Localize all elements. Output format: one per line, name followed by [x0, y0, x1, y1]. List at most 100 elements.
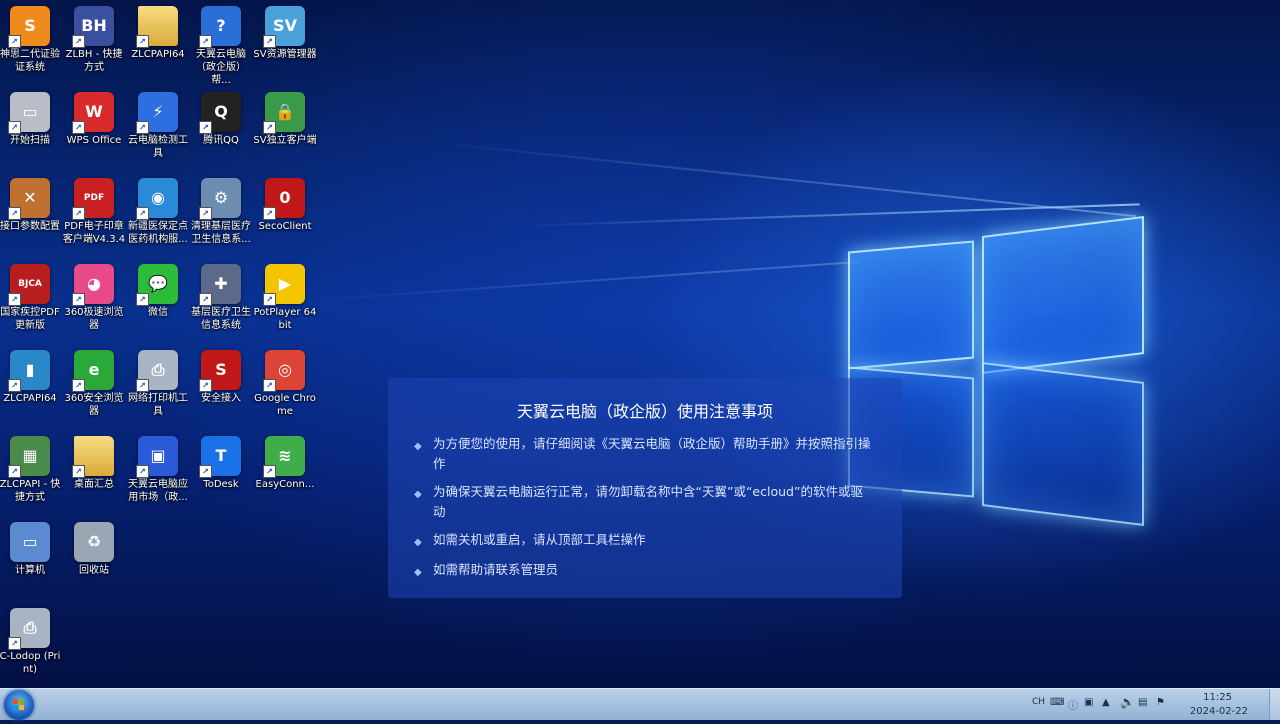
- shortcut-arrow-icon: ↗: [8, 207, 21, 220]
- desktop-icon[interactable]: ⎙ ↗ C-Lodop (Print): [0, 604, 62, 676]
- shortcut-arrow-icon: ↗: [72, 121, 85, 134]
- desktop-icon[interactable]: PDF ↗ PDF电子印章客户端V4.3.4: [62, 174, 126, 246]
- show-desktop-button[interactable]: [1269, 689, 1280, 720]
- start-button[interactable]: [4, 690, 34, 720]
- input-method-indicator[interactable]: CH: [1032, 697, 1045, 707]
- shensi-app-icon: S ↗: [8, 6, 50, 48]
- diamond-bullet-icon: ◆: [414, 441, 422, 452]
- zlbh-logo-icon: BH ↗: [72, 6, 114, 48]
- desktop-icon[interactable]: Q ↗ 腾讯QQ: [189, 88, 253, 147]
- desktop-icon-label: ZLCPAPI - 快捷方式: [0, 479, 61, 503]
- shortcut-arrow-icon: ↗: [136, 35, 149, 48]
- desktop-icon[interactable]: ▭ 计算机: [0, 518, 62, 577]
- desktop-icon[interactable]: ◉ ↗ 新疆医保定点医药机构服...: [126, 174, 190, 246]
- desktop-icon[interactable]: ▣ ↗ 天翼云电脑应用市场（政...: [126, 432, 190, 504]
- cleanup-icon: ⚙ ↗: [199, 178, 241, 220]
- desktop-icon-label: 微信: [148, 307, 168, 318]
- desktop-icon-label: 安全接入: [201, 393, 241, 404]
- desktop-icon[interactable]: ▶ ↗ PotPlayer 64 bit: [253, 260, 317, 332]
- folder-icon: ↗: [72, 436, 114, 478]
- desktop-icon-label: SV独立客户端: [253, 135, 317, 146]
- desktop-icon[interactable]: ↗ 桌面汇总: [62, 432, 126, 491]
- desktop-icon[interactable]: ⎙ ↗ 网络打印机工具: [126, 346, 190, 418]
- tray-app-icon[interactable]: ▣: [1084, 697, 1093, 708]
- desktop-icon[interactable]: S ↗ 安全接入: [189, 346, 253, 405]
- shortcut-arrow-icon: ↗: [199, 121, 212, 134]
- desktop-icon-label: 开始扫描: [10, 135, 50, 146]
- show-hidden-icons-icon[interactable]: ▲: [1102, 697, 1110, 708]
- desktop-icon[interactable]: ✕ ↗ 接口参数配置: [0, 174, 62, 233]
- desktop-icon-label: 云电脑检测工具: [128, 135, 188, 159]
- desktop-icon-label: 计算机: [15, 565, 45, 576]
- window-app-icon: ▦ ↗: [8, 436, 50, 478]
- desktop-icon[interactable]: ◎ ↗ Google Chrome: [253, 346, 317, 418]
- secoclient-icon: 0 ↗: [263, 178, 305, 220]
- desktop-icon[interactable]: ◕ ↗ 360极速浏览器: [62, 260, 126, 332]
- bjca-icon: BJCA ↗: [8, 264, 50, 306]
- shortcut-arrow-icon: ↗: [199, 207, 212, 220]
- desktop-icon[interactable]: ⚡ ↗ 云电脑检测工具: [126, 88, 190, 160]
- desktop-icon-label: 360安全浏览器: [64, 393, 124, 417]
- shortcut-arrow-icon: ↗: [263, 121, 276, 134]
- desktop-icon-label: 神思二代证验证系统: [0, 49, 60, 73]
- recycle-bin-icon: ♻: [74, 522, 114, 562]
- shortcut-arrow-icon: ↗: [72, 35, 85, 48]
- shortcut-arrow-icon: ↗: [136, 379, 149, 392]
- shortcut-arrow-icon: ↗: [136, 465, 149, 478]
- desktop-icon[interactable]: ≋ ↗ EasyConn...: [253, 432, 317, 491]
- sv-manager-icon: SV ↗: [263, 6, 305, 48]
- shortcut-arrow-icon: ↗: [263, 465, 276, 478]
- archive-icon: ▮ ↗: [8, 350, 50, 392]
- desktop-icon[interactable]: T ↗ ToDesk: [189, 432, 253, 491]
- desktop-icon[interactable]: e ↗ 360安全浏览器: [62, 346, 126, 418]
- diamond-bullet-icon: ◆: [414, 537, 422, 548]
- shortcut-arrow-icon: ↗: [8, 121, 21, 134]
- volume-icon[interactable]: 🔈: [1120, 695, 1135, 709]
- desktop-icon[interactable]: ⚙ ↗ 清理基层医疗卫生信息系...: [189, 174, 253, 246]
- desktop-icon[interactable]: S ↗ 神思二代证验证系统: [0, 2, 62, 74]
- help-doc-icon: ? ↗: [199, 6, 241, 48]
- pdf-icon: PDF ↗: [72, 178, 114, 220]
- secure-access-icon: S ↗: [199, 350, 241, 392]
- desktop-icon[interactable]: SV ↗ SV资源管理器: [253, 2, 317, 61]
- shortcut-arrow-icon: ↗: [8, 379, 21, 392]
- desktop-icon[interactable]: ? ↗ 天翼云电脑（政企版）帮...: [189, 2, 253, 87]
- shortcut-arrow-icon: ↗: [263, 293, 276, 306]
- desktop-icon[interactable]: W ↗ WPS Office: [62, 88, 126, 147]
- desktop-icon[interactable]: 0 ↗ SecoClient: [253, 174, 317, 233]
- desktop-icon-label: SV资源管理器: [253, 49, 317, 60]
- clock-date[interactable]: 2024-02-22: [1190, 706, 1248, 717]
- desktop-icon[interactable]: 💬 ↗ 微信: [126, 260, 190, 319]
- network-icon[interactable]: ▤: [1138, 697, 1147, 708]
- diamond-bullet-icon: ◆: [414, 489, 422, 500]
- desktop-icon[interactable]: ▦ ↗ ZLCPAPI - 快捷方式: [0, 432, 62, 504]
- keyboard-icon[interactable]: ⌨: [1050, 697, 1064, 708]
- shortcut-arrow-icon: ↗: [136, 121, 149, 134]
- desktop-icon-label: ZLCPAPI64: [3, 393, 57, 404]
- help-icon[interactable]: ⓘ: [1068, 697, 1078, 712]
- desktop-icon[interactable]: ▮ ↗ ZLCPAPI64: [0, 346, 62, 405]
- desktop-icon[interactable]: BH ↗ ZLBH - 快捷方式: [62, 2, 126, 74]
- desktop-icon-label: ToDesk: [203, 479, 239, 490]
- shortcut-arrow-icon: ↗: [72, 379, 85, 392]
- desktop-icon[interactable]: ✚ ↗ 基层医疗卫生信息系统: [189, 260, 253, 332]
- desktop-icon-label: 桌面汇总: [74, 479, 114, 490]
- desktop-icon[interactable]: BJCA ↗ 国家疾控PDF更新版: [0, 260, 62, 332]
- qq-penguin-icon: Q ↗: [199, 92, 241, 134]
- desktop-icon[interactable]: ♻ 回收站: [62, 518, 126, 577]
- todesk-icon: T ↗: [199, 436, 241, 478]
- notice-title: 天翼云电脑（政企版）使用注意事项: [516, 402, 773, 421]
- clock-time[interactable]: 11:25: [1203, 692, 1232, 703]
- notice-item: ◆ 为确保天翼云电脑运行正常，请勿卸载名称中含“天翼”或“ecloud”的软件或…: [414, 484, 863, 519]
- taskbar: CH ⌨ ⓘ ▣ ▲ 🔈 ▤ ⚑ 11:25 2024-02-22: [0, 688, 1280, 720]
- shortcut-arrow-icon: ↗: [8, 637, 21, 650]
- flag-icon[interactable]: ⚑: [1156, 697, 1165, 708]
- desktop-icon[interactable]: ↗ ZLCPAPI64: [126, 2, 190, 61]
- shortcut-arrow-icon: ↗: [263, 35, 276, 48]
- desktop-icon[interactable]: 🔒 ↗ SV独立客户端: [253, 88, 317, 147]
- tools-icon: ✕ ↗: [8, 178, 50, 220]
- shortcut-arrow-icon: ↗: [199, 35, 212, 48]
- wps-icon: W ↗: [72, 92, 114, 134]
- desktop-icon[interactable]: ▭ ↗ 开始扫描: [0, 88, 62, 147]
- shortcut-arrow-icon: ↗: [72, 293, 85, 306]
